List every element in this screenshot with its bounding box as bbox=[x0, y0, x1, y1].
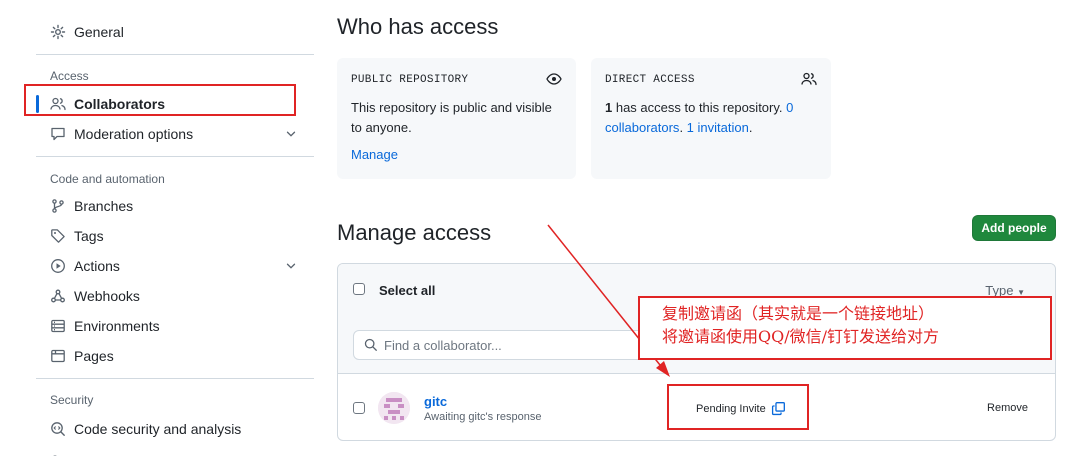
eye-icon bbox=[546, 73, 562, 85]
chevron-down-icon[interactable] bbox=[284, 259, 298, 273]
avatar[interactable] bbox=[378, 392, 410, 424]
sidebar-item-label: Moderation options bbox=[74, 126, 194, 142]
webhook-icon bbox=[50, 288, 66, 304]
codescan-icon bbox=[50, 421, 66, 437]
end-text: . bbox=[748, 120, 753, 135]
sidebar-item-label: Webhooks bbox=[74, 288, 140, 304]
section-label-security: Security bbox=[50, 393, 94, 407]
select-all-checkbox[interactable] bbox=[353, 283, 365, 295]
gear-icon bbox=[50, 24, 66, 40]
play-icon bbox=[50, 258, 66, 274]
row-checkbox[interactable] bbox=[353, 402, 365, 414]
remove-button[interactable]: Remove bbox=[987, 402, 1028, 414]
search-icon bbox=[364, 338, 377, 351]
tag-icon bbox=[50, 228, 66, 244]
sidebar-item-label: General bbox=[74, 24, 124, 40]
annotation-line-1: 复制邀请函（其实就是一个链接地址） bbox=[662, 304, 935, 323]
collaborator-status: Awaiting gitc's response bbox=[424, 411, 542, 423]
settings-sidebar: General Access Collaborators Moderation … bbox=[36, 0, 314, 456]
sidebar-item-environments[interactable]: Environments bbox=[36, 311, 314, 341]
comment-icon bbox=[50, 126, 66, 142]
access-text: has access to this repository. bbox=[612, 100, 787, 115]
sidebar-item-tags[interactable]: Tags bbox=[36, 221, 314, 251]
sidebar-item-partial[interactable] bbox=[36, 444, 314, 456]
sidebar-item-label: Environments bbox=[74, 318, 160, 334]
select-all-label: Select all bbox=[379, 283, 436, 298]
sidebar-item-general[interactable]: General bbox=[36, 17, 314, 47]
collaborator-name-link[interactable]: gitc bbox=[424, 394, 447, 409]
sidebar-item-pages[interactable]: Pages bbox=[36, 341, 314, 371]
browser-icon bbox=[50, 348, 66, 364]
section-label-code-automation: Code and automation bbox=[50, 172, 165, 186]
direct-access-card: DIRECT ACCESS 1 has access to this repos… bbox=[591, 58, 831, 179]
branch-icon bbox=[50, 198, 66, 214]
section-title-manage-access: Manage access bbox=[337, 220, 492, 245]
sidebar-item-code-security[interactable]: Code security and analysis bbox=[36, 414, 314, 444]
sidebar-item-actions[interactable]: Actions bbox=[36, 251, 314, 281]
public-repository-card: PUBLIC REPOSITORY This repository is pub… bbox=[337, 58, 576, 179]
divider bbox=[36, 54, 314, 55]
highlight-pending-invite-box bbox=[667, 384, 809, 430]
card-body: This repository is public and visible to… bbox=[351, 100, 552, 135]
section-title-who-has-access: Who has access bbox=[337, 14, 499, 39]
sidebar-item-label: Code security and analysis bbox=[74, 421, 242, 437]
manage-link[interactable]: Manage bbox=[351, 147, 398, 162]
add-people-button[interactable]: Add people bbox=[972, 215, 1056, 241]
card-body: 1 has access to this repository. 0 colla… bbox=[605, 98, 820, 138]
sidebar-item-label: Branches bbox=[74, 198, 134, 214]
card-caption: PUBLIC REPOSITORY bbox=[351, 74, 469, 86]
sidebar-item-label: Tags bbox=[74, 228, 104, 244]
people-icon bbox=[801, 72, 817, 86]
key-icon bbox=[50, 451, 66, 456]
server-icon bbox=[50, 318, 66, 334]
highlight-collaborators-box bbox=[24, 84, 296, 116]
sidebar-item-moderation[interactable]: Moderation options bbox=[36, 119, 314, 149]
identicon-icon bbox=[378, 392, 410, 424]
divider bbox=[36, 378, 314, 379]
chevron-down-icon[interactable] bbox=[284, 127, 298, 141]
sidebar-item-label: Pages bbox=[74, 348, 114, 364]
separator-text: . bbox=[679, 120, 687, 135]
invitation-link[interactable]: 1 invitation bbox=[687, 120, 749, 135]
section-label-access: Access bbox=[50, 69, 89, 83]
divider bbox=[36, 156, 314, 157]
annotation-line-2: 将邀请函使用QQ/微信/钉钉发送给对方 bbox=[662, 327, 940, 346]
annotation-note: 复制邀请函（其实就是一个链接地址） 将邀请函使用QQ/微信/钉钉发送给对方 bbox=[638, 296, 1052, 360]
sidebar-item-branches[interactable]: Branches bbox=[36, 191, 314, 221]
card-caption: DIRECT ACCESS bbox=[605, 74, 695, 86]
sidebar-item-webhooks[interactable]: Webhooks bbox=[36, 281, 314, 311]
sidebar-item-label: Actions bbox=[74, 258, 120, 274]
